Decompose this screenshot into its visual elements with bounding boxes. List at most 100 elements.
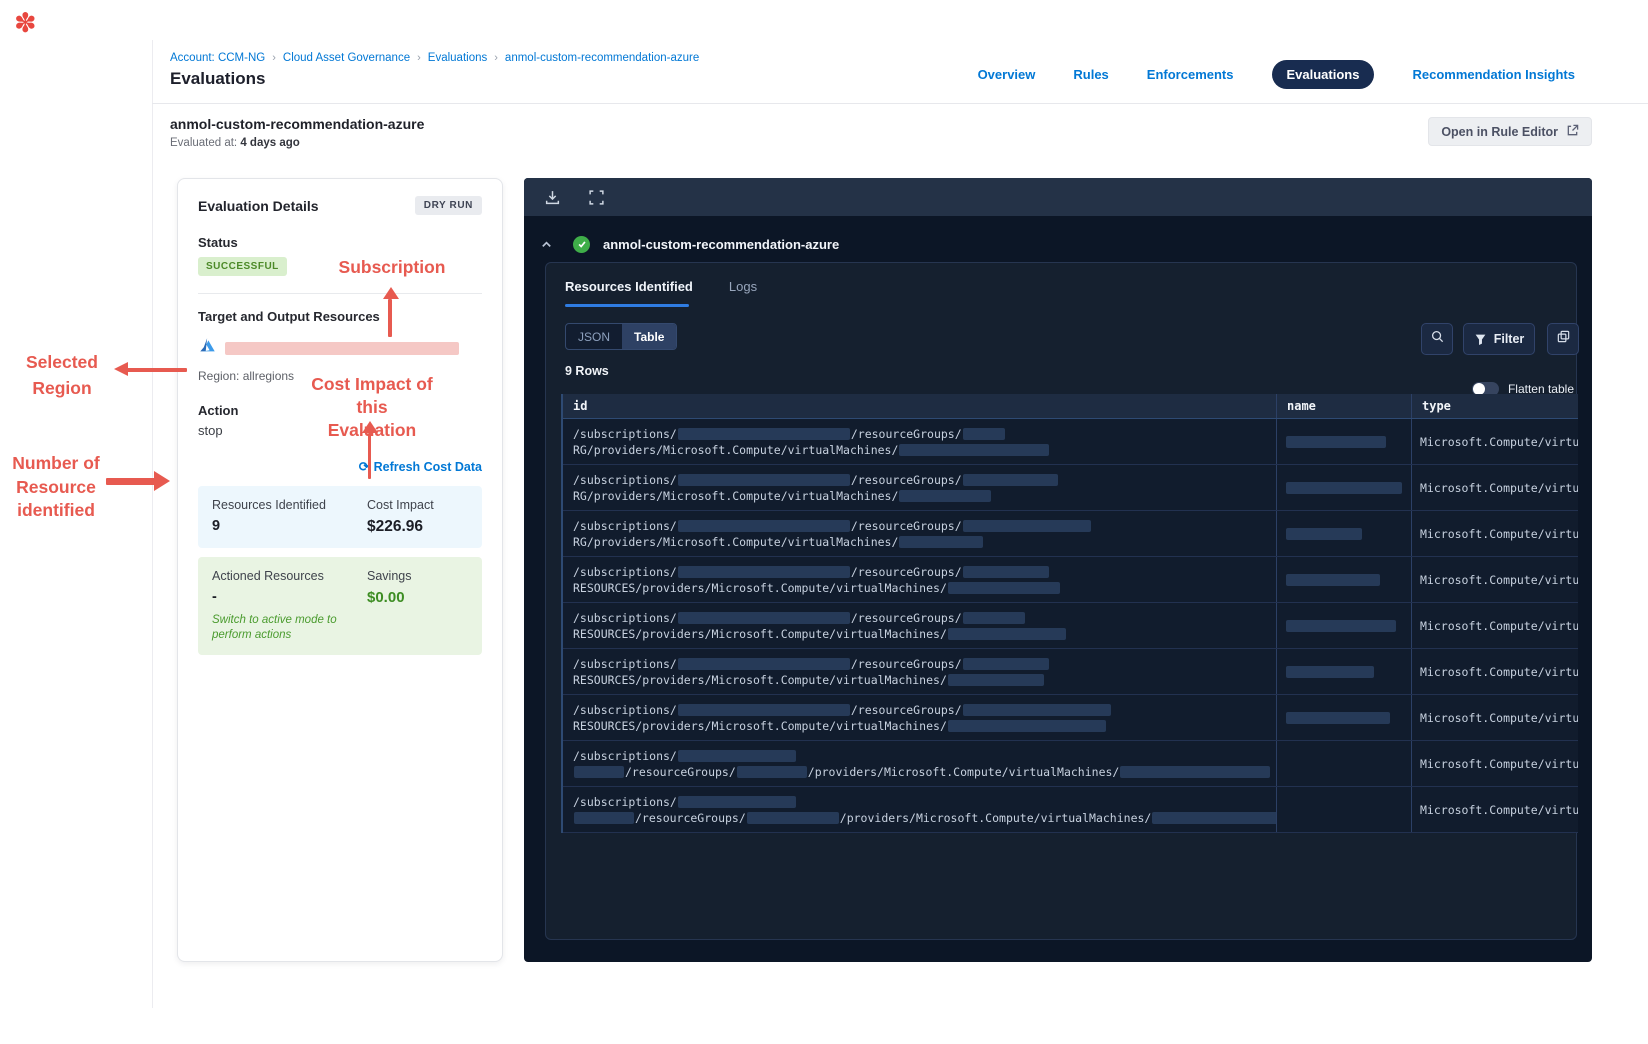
name-cell: [1276, 603, 1411, 648]
redacted-value: [746, 812, 839, 824]
card-divider: [198, 293, 482, 294]
resources-identified-value: 9: [212, 518, 221, 534]
type-cell: Microsoft.Compute/virtu: [1411, 419, 1578, 464]
redacted-value: [1286, 711, 1390, 724]
filter-button[interactable]: Filter: [1463, 323, 1535, 355]
nav-recommendation-insights[interactable]: Recommendation Insights: [1412, 67, 1575, 82]
selected-region-arrow-shaft: [127, 368, 187, 372]
breadcrumb-evaluations[interactable]: Evaluations: [428, 52, 487, 64]
redacted-value: [1286, 619, 1396, 632]
open-rule-editor-button[interactable]: Open in Rule Editor: [1428, 117, 1592, 146]
tab-logs[interactable]: Logs: [729, 279, 757, 294]
selected-region-arrow-head-icon: [114, 362, 128, 376]
annotation-selected-region: Selected Region: [26, 352, 98, 398]
breadcrumb-separator-icon: ›: [417, 52, 421, 64]
refresh-cost-data-link[interactable]: ⟳ Refresh Cost Data: [359, 459, 482, 474]
redacted-value: [1286, 527, 1362, 540]
collapse-chevron-icon[interactable]: [540, 238, 553, 251]
redacted-value: [677, 704, 850, 716]
breadcrumb-rule[interactable]: anmol-custom-recommendation-azure: [505, 52, 699, 64]
search-button[interactable]: [1421, 323, 1453, 355]
redacted-value: [962, 474, 1058, 486]
rows-count: 9 Rows: [565, 364, 609, 378]
table-row[interactable]: /subscriptions//resourceGroups/RG/provid…: [563, 419, 1578, 465]
cost-impact-value: $226.96: [367, 518, 424, 535]
resources-arrow-head-icon: [154, 471, 170, 491]
copy-icon: [1556, 329, 1571, 349]
name-cell: [1276, 465, 1411, 510]
column-name[interactable]: name: [1276, 394, 1411, 418]
redacted-subscription-bar: [225, 341, 459, 355]
table-row[interactable]: /subscriptions//resourceGroups/RG/provid…: [563, 511, 1578, 557]
type-cell: Microsoft.Compute/virtu: [1411, 741, 1578, 786]
success-check-icon: [573, 235, 590, 253]
results-rule-title: anmol-custom-recommendation-azure: [603, 236, 840, 252]
redacted-value: [1152, 812, 1276, 824]
redacted-value: [677, 428, 850, 440]
name-cell: [1276, 741, 1411, 786]
actioned-resources-value: -: [212, 589, 217, 605]
redacted-value: [1286, 665, 1374, 678]
savings-label: Savings: [367, 569, 412, 583]
results-table-header: id name type: [563, 394, 1578, 419]
nav-overview[interactable]: Overview: [978, 67, 1036, 82]
nav-enforcements[interactable]: Enforcements: [1147, 67, 1234, 82]
view-json-button[interactable]: JSON: [566, 324, 622, 349]
active-mode-note: Switch to active mode to perform actions: [212, 614, 337, 641]
redacted-value: [677, 612, 850, 624]
copy-button[interactable]: [1547, 323, 1579, 355]
redacted-value: [962, 704, 1111, 716]
evaluation-rule-name: anmol-custom-recommendation-azure: [170, 116, 425, 132]
table-row[interactable]: /subscriptions//resourceGroups//provider…: [563, 787, 1578, 833]
breadcrumb-separator-icon: ›: [272, 52, 276, 64]
breadcrumb: Account: CCM-NG › Cloud Asset Governance…: [170, 52, 699, 64]
table-row[interactable]: /subscriptions//resourceGroups/RESOURCES…: [563, 649, 1578, 695]
tab-resources-identified[interactable]: Resources Identified: [565, 279, 693, 294]
fullscreen-icon[interactable]: [587, 188, 605, 206]
id-cell: /subscriptions//resourceGroups/RG/provid…: [563, 511, 1276, 556]
column-id[interactable]: id: [563, 394, 1276, 418]
name-cell: [1276, 419, 1411, 464]
nav-evaluations[interactable]: Evaluations: [1271, 60, 1375, 89]
name-cell: [1276, 695, 1411, 740]
redacted-value: [574, 766, 624, 778]
actioned-resources-label: Actioned Resources: [212, 569, 324, 583]
redacted-value: [899, 490, 992, 502]
redacted-value: [899, 444, 1050, 456]
status-label: Status: [198, 235, 238, 250]
dry-run-badge: DRY RUN: [414, 196, 482, 215]
page: ✽ Account: CCM-NG › Cloud Asset Governan…: [0, 0, 1648, 1044]
download-icon[interactable]: [543, 188, 561, 206]
azure-icon: [198, 336, 217, 360]
nav-rules[interactable]: Rules: [1073, 67, 1108, 82]
breadcrumb-account[interactable]: Account: CCM-NG: [170, 52, 265, 64]
view-table-button[interactable]: Table: [622, 324, 677, 349]
evaluation-section-header[interactable]: anmol-custom-recommendation-azure: [540, 230, 1576, 258]
table-row[interactable]: /subscriptions//resourceGroups/RESOURCES…: [563, 695, 1578, 741]
annotation-subscription: Subscription: [338, 257, 446, 277]
id-cell: /subscriptions//resourceGroups/RESOURCES…: [563, 603, 1276, 648]
redacted-value: [962, 428, 1005, 440]
redacted-value: [947, 674, 1044, 686]
type-cell: Microsoft.Compute/virtu: [1411, 649, 1578, 694]
id-cell: /subscriptions//resourceGroups/RG/provid…: [563, 465, 1276, 510]
redacted-value: [574, 812, 634, 824]
external-link-icon: [1566, 124, 1579, 140]
redacted-value: [1286, 573, 1380, 586]
table-row[interactable]: /subscriptions//resourceGroups/RESOURCES…: [563, 557, 1578, 603]
actioned-savings-box: Actioned Resources - Switch to active mo…: [198, 557, 482, 655]
redacted-value: [962, 658, 1049, 670]
content-left-edge: [152, 40, 153, 1008]
table-row[interactable]: /subscriptions//resourceGroups/RG/provid…: [563, 465, 1578, 511]
column-type[interactable]: type: [1411, 394, 1578, 418]
subscription-arrow-shaft: [388, 299, 392, 337]
table-row[interactable]: /subscriptions//resourceGroups/RESOURCES…: [563, 603, 1578, 649]
table-row[interactable]: /subscriptions//resourceGroups//provider…: [563, 741, 1578, 787]
breadcrumb-separator-icon: ›: [494, 52, 498, 64]
active-tab-underline: [565, 304, 689, 307]
details-card-title: Evaluation Details: [198, 197, 319, 214]
results-toolbar: [524, 178, 1592, 216]
redacted-value: [947, 720, 1106, 732]
breadcrumb-governance[interactable]: Cloud Asset Governance: [283, 52, 410, 64]
redacted-value: [962, 566, 1049, 578]
